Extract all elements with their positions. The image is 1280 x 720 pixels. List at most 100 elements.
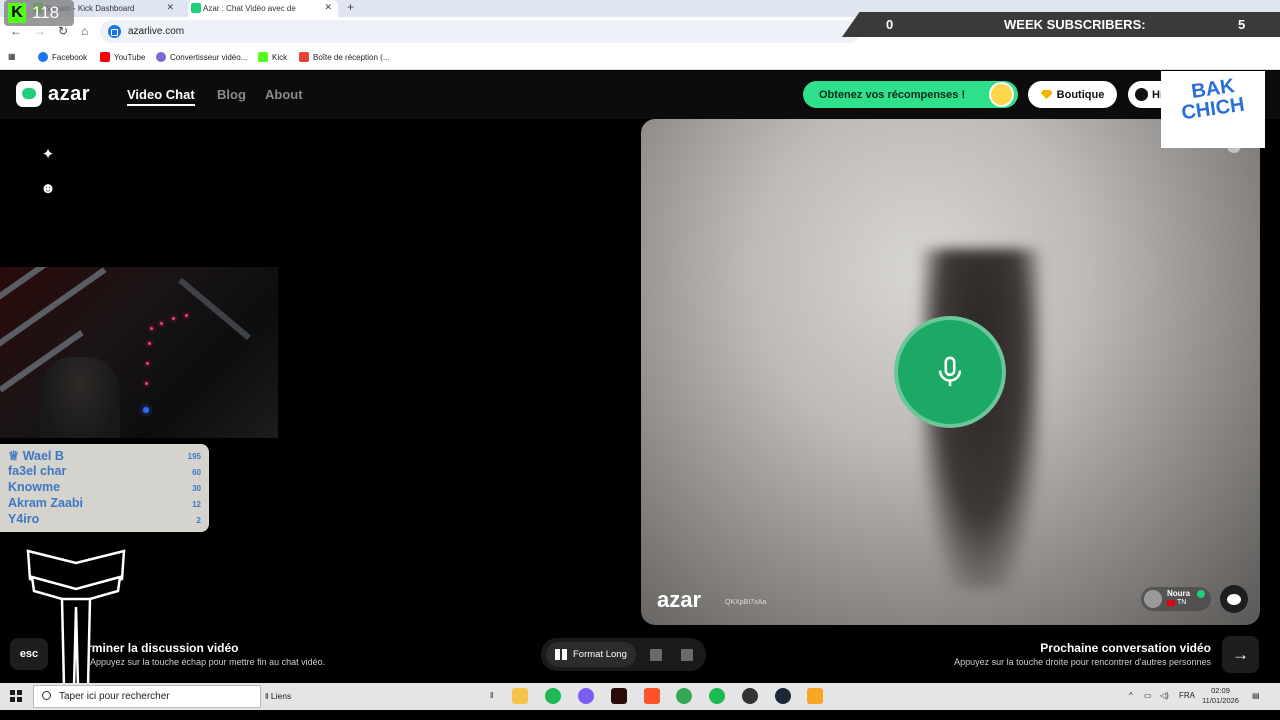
sponsor-logo: BAK CHICH bbox=[1161, 71, 1265, 148]
tab-azar[interactable]: Azar : Chat Vidéo avec de ✕ bbox=[188, 0, 338, 17]
subs-value: 5 bbox=[1238, 17, 1246, 32]
face-filter-icon[interactable]: ☻ bbox=[39, 179, 57, 197]
gmail-icon bbox=[299, 52, 309, 62]
azar-favicon-icon bbox=[191, 3, 201, 13]
app-icon[interactable] bbox=[807, 688, 823, 704]
leaderboard-name: fa3el char bbox=[8, 464, 67, 478]
chat-button[interactable] bbox=[1220, 585, 1248, 613]
links-toolbar[interactable]: ‖ Liens bbox=[265, 691, 291, 701]
gifter-leaderboard: ♕ Wael B 195 fa3el char 60 Knowme 30 Akram … bbox=[0, 444, 209, 532]
format-toggle: Format Long bbox=[541, 638, 706, 671]
partner-badge[interactable]: Noura TN bbox=[1141, 587, 1211, 611]
nav-about[interactable]: About bbox=[265, 87, 303, 102]
spotify-icon[interactable] bbox=[709, 688, 725, 704]
notifications-icon[interactable]: ▤ bbox=[1252, 691, 1260, 700]
led-light bbox=[148, 342, 151, 345]
rewards-button[interactable]: Obtenez vos récompenses ! bbox=[803, 81, 1018, 108]
illustrator-icon[interactable] bbox=[611, 688, 627, 704]
bookmark-converter[interactable]: Convertisseur vidéo... bbox=[156, 52, 247, 62]
reload-icon[interactable]: ↻ bbox=[58, 24, 68, 38]
subs-label: WEEK SUBSCRIBERS: bbox=[1004, 17, 1146, 32]
brave-icon[interactable] bbox=[644, 688, 660, 704]
tray-expand-icon[interactable]: ^ bbox=[1129, 691, 1133, 700]
windows-start-icon[interactable] bbox=[10, 690, 22, 702]
site-info-icon[interactable] bbox=[108, 25, 121, 38]
leaderboard-name: ♕ Wael B bbox=[8, 448, 64, 463]
leaderboard-row: ♕ Wael B 195 bbox=[4, 448, 205, 464]
format-long-button[interactable]: Format Long bbox=[546, 642, 636, 667]
shop-button[interactable]: Boutique bbox=[1028, 81, 1117, 108]
close-tab-icon[interactable]: ✕ bbox=[324, 2, 332, 13]
verified-icon bbox=[1197, 590, 1205, 598]
remote-video-panel: azar QKXpBI7xAa Noura TN bbox=[641, 119, 1260, 625]
leaderboard-row: fa3el char 60 bbox=[4, 464, 205, 480]
bookmark-kick[interactable]: Kick bbox=[258, 52, 287, 62]
leaderboard-name: Knowme bbox=[8, 480, 61, 494]
bookmark-facebook[interactable]: Facebook bbox=[38, 52, 87, 62]
obs-icon[interactable] bbox=[742, 688, 758, 704]
viewer-count: 118 bbox=[32, 3, 60, 22]
streamer-silhouette bbox=[40, 357, 120, 438]
forward-arrow-icon[interactable]: → bbox=[34, 24, 46, 38]
bookmark-label: Boîte de réception (... bbox=[313, 52, 390, 62]
mic-button[interactable] bbox=[894, 316, 1006, 428]
nav-blog[interactable]: Blog bbox=[217, 87, 246, 102]
azar-logo-icon bbox=[16, 81, 42, 107]
bookmark-youtube[interactable]: YouTube bbox=[100, 52, 145, 62]
search-icon bbox=[42, 691, 51, 700]
volume-icon[interactable]: ◁) bbox=[1160, 691, 1169, 700]
kick-logo-icon: K bbox=[8, 3, 26, 23]
bookmark-label: Facebook bbox=[52, 52, 88, 62]
apps-grid-icon[interactable]: ▦ bbox=[8, 52, 16, 61]
led-light bbox=[146, 362, 149, 365]
single-view-icon[interactable] bbox=[650, 649, 662, 661]
grid-view-icon[interactable] bbox=[681, 649, 693, 661]
address-bar[interactable]: azarlive.com bbox=[100, 20, 860, 43]
network-icon[interactable]: ▭ bbox=[1144, 691, 1152, 700]
bookmark-label: Convertisseur vidéo... bbox=[170, 52, 248, 62]
nav-video-chat[interactable]: Video Chat bbox=[127, 87, 195, 106]
bookmark-label: Kick bbox=[272, 52, 288, 62]
leaderboard-name: Akram Zaabi bbox=[8, 496, 84, 510]
wall-stripe bbox=[0, 267, 81, 313]
chrome-icon[interactable] bbox=[676, 688, 692, 704]
chat-bubble-icon bbox=[1227, 593, 1241, 605]
file-explorer-icon[interactable] bbox=[512, 688, 528, 704]
azar-logo[interactable]: azar bbox=[16, 81, 90, 107]
format-label: Format Long bbox=[573, 649, 627, 660]
task-view-icon[interactable]: ‖ bbox=[490, 691, 493, 700]
kick-icon bbox=[258, 52, 268, 62]
steam-icon[interactable] bbox=[775, 688, 791, 704]
leaderboard-value: 30 bbox=[192, 484, 201, 493]
converter-icon bbox=[156, 52, 166, 62]
language-indicator[interactable]: FRA bbox=[1179, 691, 1195, 700]
subs-left-value: 0 bbox=[886, 17, 894, 32]
logo-text: azar bbox=[48, 82, 91, 105]
leaderboard-name: Y4iro bbox=[8, 512, 40, 526]
leaderboard-row: Knowme 30 bbox=[4, 480, 205, 496]
leaderboard-row: Y4iro 2 bbox=[4, 512, 205, 528]
partner-name: Noura bbox=[1167, 589, 1191, 598]
taskbar-search[interactable]: Taper ici pour rechercher bbox=[33, 685, 261, 708]
close-tab-icon[interactable]: ✕ bbox=[166, 2, 174, 13]
new-tab-button[interactable]: + bbox=[347, 0, 354, 14]
spotify-icon[interactable] bbox=[545, 688, 561, 704]
streaming-app-icon[interactable] bbox=[578, 688, 594, 704]
sparkle-effects-icon[interactable]: ✦ bbox=[39, 145, 57, 163]
led-light bbox=[160, 322, 163, 325]
bookmark-gmail[interactable]: Boîte de réception (... bbox=[299, 52, 390, 62]
gift-icon bbox=[989, 82, 1014, 107]
next-chat-button[interactable]: → bbox=[1222, 636, 1259, 673]
home-icon[interactable]: ⌂ bbox=[81, 24, 88, 38]
microphone-icon bbox=[938, 356, 962, 387]
leaderboard-name-text: Wael B bbox=[22, 449, 64, 463]
rewards-label: Obtenez vos récompenses ! bbox=[819, 88, 966, 101]
split-view-icon bbox=[555, 649, 567, 660]
back-arrow-icon[interactable]: ← bbox=[10, 24, 22, 38]
shop-label: Boutique bbox=[1056, 88, 1105, 101]
taskbar-clock[interactable]: 02:09 11/01/2026 bbox=[1202, 686, 1239, 706]
next-chat-subtitle: Appuyez sur la touche droite pour rencon… bbox=[954, 657, 1211, 667]
partner-avatar bbox=[1144, 590, 1162, 608]
leaderboard-value: 12 bbox=[192, 500, 201, 509]
leaderboard-value: 60 bbox=[192, 468, 201, 477]
